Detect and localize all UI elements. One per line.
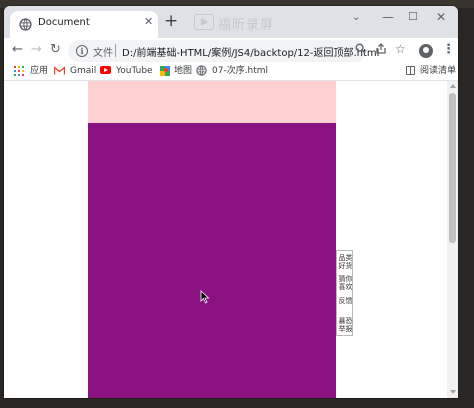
maximize-icon[interactable]: ☐ <box>408 10 418 23</box>
address-bar[interactable]: i 文件 D:/前端基础-HTML/案例/JS4/backtop/12-返回顶部… <box>68 40 379 62</box>
video-icon <box>194 14 214 30</box>
forward-arrow-icon[interactable]: → <box>31 42 42 58</box>
page-viewport: 品类好货 猜你喜欢 反馈 暴恐举报 <box>4 81 447 398</box>
scroll-down-arrow-icon[interactable] <box>450 390 456 394</box>
vertical-scrollbar[interactable] <box>447 81 458 398</box>
bookmark-label: 07-次序.html <box>212 66 269 76</box>
side-link-goods[interactable]: 品类好货 <box>338 254 353 270</box>
profile-avatar-icon[interactable] <box>419 44 433 58</box>
reading-list-label: 阅读清单 <box>420 66 457 76</box>
tab-strip: Document ✕ + 福昕录屏 ⌄ — ☐ ✕ <box>4 6 458 38</box>
watermark-text: 福昕录屏 <box>218 18 275 33</box>
content-block <box>88 123 336 398</box>
browser-toolbar: ← → ↻ i 文件 D:/前端基础-HTML/案例/JS4/backtop/1… <box>4 38 458 64</box>
file-label: 文件 <box>93 48 113 59</box>
url-text[interactable]: D:/前端基础-HTML/案例/JS4/backtop/12-返回顶部.html <box>122 44 379 59</box>
side-link-feedback[interactable]: 反馈 <box>338 297 353 305</box>
minimize-icon[interactable]: — <box>382 10 394 24</box>
bookmark-label: Gmail <box>70 66 97 76</box>
youtube-icon <box>100 66 111 74</box>
bookmark-label: 地图 <box>174 66 193 76</box>
recorder-watermark: 福昕录屏 <box>194 14 284 33</box>
browser-window: Document ✕ + 福昕录屏 ⌄ — ☐ ✕ ← → ↻ i 文件 D:/… <box>4 6 458 398</box>
globe-icon <box>19 18 32 31</box>
back-arrow-icon[interactable]: ← <box>12 42 23 58</box>
reading-list-icon <box>406 66 415 75</box>
reload-icon[interactable]: ↻ <box>50 42 61 58</box>
maps-icon <box>160 66 170 76</box>
info-icon[interactable]: i <box>76 45 88 57</box>
tab-title: Document <box>38 17 90 28</box>
apps-grid-icon <box>14 66 24 76</box>
globe-icon <box>196 65 207 76</box>
tab-search-chevron-icon[interactable]: ⌄ <box>352 12 360 23</box>
fixed-side-nav: 品类好货 猜你喜欢 反馈 暴恐举报 <box>336 250 353 336</box>
search-icon[interactable] <box>355 43 366 57</box>
close-window-icon[interactable]: ✕ <box>436 10 446 24</box>
bookmark-star-icon[interactable]: ☆ <box>395 42 406 56</box>
side-link-like[interactable]: 猜你喜欢 <box>338 275 353 291</box>
mouse-cursor-icon <box>200 290 210 304</box>
scroll-thumb[interactable] <box>449 93 456 243</box>
bookmark-label: 应用 <box>30 66 49 76</box>
tab-document[interactable]: Document ✕ <box>10 11 158 38</box>
new-tab-icon[interactable]: + <box>164 12 178 30</box>
url-separator <box>115 44 116 57</box>
scroll-up-arrow-icon[interactable] <box>450 84 456 88</box>
header-block <box>88 81 336 123</box>
close-tab-icon[interactable]: ✕ <box>144 15 153 28</box>
menu-kebab-icon[interactable]: ⋮ <box>442 42 455 57</box>
gmail-icon <box>54 66 65 75</box>
bookmarks-bar: 应用 Gmail YouTube 地图 07-次序.html 阅读清单 <box>4 64 458 81</box>
side-link-report[interactable]: 暴恐举报 <box>338 317 353 333</box>
share-icon[interactable] <box>375 43 387 57</box>
bookmark-label: YouTube <box>116 66 153 76</box>
